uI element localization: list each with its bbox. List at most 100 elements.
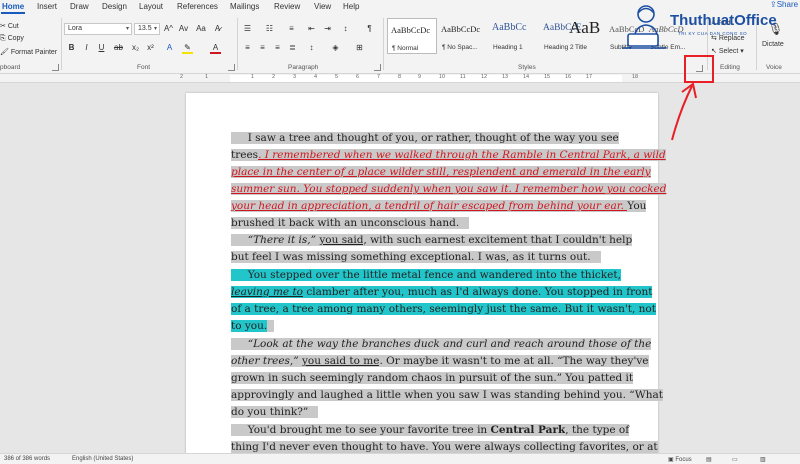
clear-formatting-icon[interactable]: A̷ (212, 24, 223, 33)
style-heading-1[interactable]: AaBbCc Heading 1 (489, 18, 539, 54)
align-left-icon[interactable]: ≡ (242, 43, 253, 52)
text-run: grown in such seemingly random chaos in … (231, 372, 634, 384)
tab-design[interactable]: Design (102, 2, 127, 11)
document-line[interactable]: You stepped over the little metal fence … (231, 267, 621, 284)
strikethrough-button[interactable]: ab (113, 43, 124, 52)
style-name: Heading 1 (493, 44, 523, 51)
text-run: do you think?” (231, 406, 319, 418)
change-case-button[interactable]: Aa (193, 24, 209, 33)
borders-icon[interactable]: ⊞ (354, 43, 365, 52)
bullets-icon[interactable]: ☰ (242, 24, 253, 33)
highlight-color-icon[interactable]: ✎ (182, 43, 193, 54)
style-normal[interactable]: AaBbCcDc ¶ Normal (387, 18, 437, 54)
multilevel-list-icon[interactable]: ≡ (286, 24, 297, 33)
tab-layout[interactable]: Layout (139, 2, 163, 11)
text-run: , with such earnest excitement that I co… (363, 234, 633, 246)
document-line[interactable]: to you. (231, 318, 274, 335)
copy-button[interactable]: ⎘ Copy (0, 35, 24, 43)
ruler-number: 16 (565, 74, 572, 80)
document-line[interactable]: You'd brought me to see your favorite tr… (231, 422, 630, 439)
superscript-button[interactable]: x² (145, 43, 156, 52)
ruler-number: 5 (335, 74, 339, 80)
tab-references[interactable]: References (177, 2, 218, 11)
pilcrow-icon[interactable]: ¶ (364, 24, 375, 33)
language-indicator[interactable]: English (United States) (72, 456, 133, 462)
decrease-indent-icon[interactable]: ⇤ (306, 24, 317, 33)
numbering-icon[interactable]: ☷ (264, 24, 275, 33)
document-line[interactable]: place in the center of a place wilder st… (231, 164, 651, 181)
document-line[interactable]: your head in appreciation, a tendril of … (231, 198, 647, 215)
sort-icon[interactable]: ↕ (340, 24, 351, 33)
increase-indent-icon[interactable]: ⇥ (322, 24, 333, 33)
shading-icon[interactable]: ◈ (330, 43, 341, 52)
document-line[interactable]: “There it is,” you said, with such earne… (231, 232, 633, 249)
document-line[interactable]: of a tree, a tree among many others, see… (231, 301, 656, 318)
document-line[interactable]: summer sun. You stopped suddenly when yo… (231, 181, 667, 198)
align-center-icon[interactable]: ≡ (257, 43, 268, 52)
tab-insert[interactable]: Insert (37, 2, 57, 11)
print-layout-icon[interactable]: ▭ (732, 456, 738, 463)
ruler-number: 12 (481, 74, 488, 80)
tab-review[interactable]: Review (274, 2, 300, 11)
group-divider (383, 18, 384, 70)
document-line[interactable]: other trees,” you said to me. Or maybe i… (231, 353, 649, 370)
focus-button[interactable]: ▣ Focus (668, 456, 692, 463)
document-line[interactable]: approvingly and laughed a little when yo… (231, 387, 663, 404)
align-right-icon[interactable]: ≡ (272, 43, 283, 52)
web-layout-icon[interactable]: ▥ (760, 456, 766, 463)
ruler-number: 7 (377, 74, 381, 80)
font-color-icon[interactable]: A (210, 43, 221, 54)
document-line[interactable]: but feel I was missing something excepti… (231, 249, 601, 266)
font-launcher-icon[interactable] (228, 64, 235, 71)
grow-font-icon[interactable]: A^ (163, 24, 174, 33)
text-run: “Look at the way the branches duck and c… (247, 338, 652, 350)
text-run: You stepped over the little metal fence … (231, 269, 621, 281)
tab-help[interactable]: Help (343, 2, 359, 11)
clipboard-launcher-icon[interactable] (52, 64, 59, 71)
read-mode-icon[interactable]: ▤ (706, 456, 712, 463)
ruler-number: 6 (356, 74, 360, 80)
line-spacing-icon[interactable]: ↕ (306, 43, 317, 52)
style-title[interactable]: AaB Title (563, 18, 603, 54)
annotation-highlight-box (684, 55, 714, 83)
tab-home[interactable]: Home (2, 2, 24, 11)
justify-icon[interactable]: ≣ (287, 43, 298, 52)
bold-button[interactable]: B (66, 43, 77, 52)
document-line[interactable]: grown in such seemingly random chaos in … (231, 370, 634, 387)
ruler-number: 10 (439, 74, 446, 80)
tab-draw[interactable]: Draw (70, 2, 89, 11)
text-effects-icon[interactable]: A (164, 43, 175, 52)
ruler-number: 1 (251, 74, 255, 80)
ruler-text-area (230, 75, 622, 82)
format-painter-button[interactable]: 🖌 Format Painter (0, 48, 57, 56)
word-count[interactable]: 386 of 386 words (4, 456, 50, 462)
underline-button[interactable]: U (96, 43, 107, 52)
shrink-font-icon[interactable]: Av (178, 24, 189, 33)
document-line[interactable]: leaving me to clamber after you, much as… (231, 284, 653, 301)
document-line[interactable]: I saw a tree and thought of you, or rath… (231, 130, 619, 147)
subscript-button[interactable]: x₂ (130, 43, 141, 52)
style-no-spacing[interactable]: AaBbCcDc ¶ No Spac... (438, 18, 488, 54)
tab-view[interactable]: View (314, 2, 331, 11)
text-run: summer sun. You stopped suddenly when yo… (231, 183, 667, 195)
text-run: , the type of (565, 424, 630, 436)
paragraph-launcher-icon[interactable] (374, 64, 381, 71)
cut-label: Cut (7, 23, 19, 30)
cut-button[interactable]: ✂ Cut (0, 22, 19, 30)
style-name: ¶ Normal (392, 45, 419, 52)
ruler-number: 9 (418, 74, 422, 80)
italic-button[interactable]: I (81, 43, 92, 52)
document-line[interactable]: brushed it back with an unconscious hand… (231, 215, 470, 232)
word-window: Home Insert Draw Design Layout Reference… (0, 0, 800, 464)
document-line[interactable]: do you think?” (231, 404, 319, 421)
document-line[interactable]: trees. I remembered when we walked throu… (231, 147, 666, 164)
tab-mailings[interactable]: Mailings (230, 2, 259, 11)
text-run (231, 234, 248, 246)
font-size-select[interactable]: 13.5 ▾ (134, 23, 160, 35)
focus-icon: ▣ (668, 457, 674, 463)
logo-mascot-icon (622, 5, 666, 49)
text-run: “There it is,” (247, 234, 316, 246)
font-name-select[interactable]: Lora ▾ (64, 23, 132, 35)
document-line[interactable]: “Look at the way the branches duck and c… (231, 336, 652, 353)
paragraph-group-label: Paragraph (288, 64, 319, 71)
